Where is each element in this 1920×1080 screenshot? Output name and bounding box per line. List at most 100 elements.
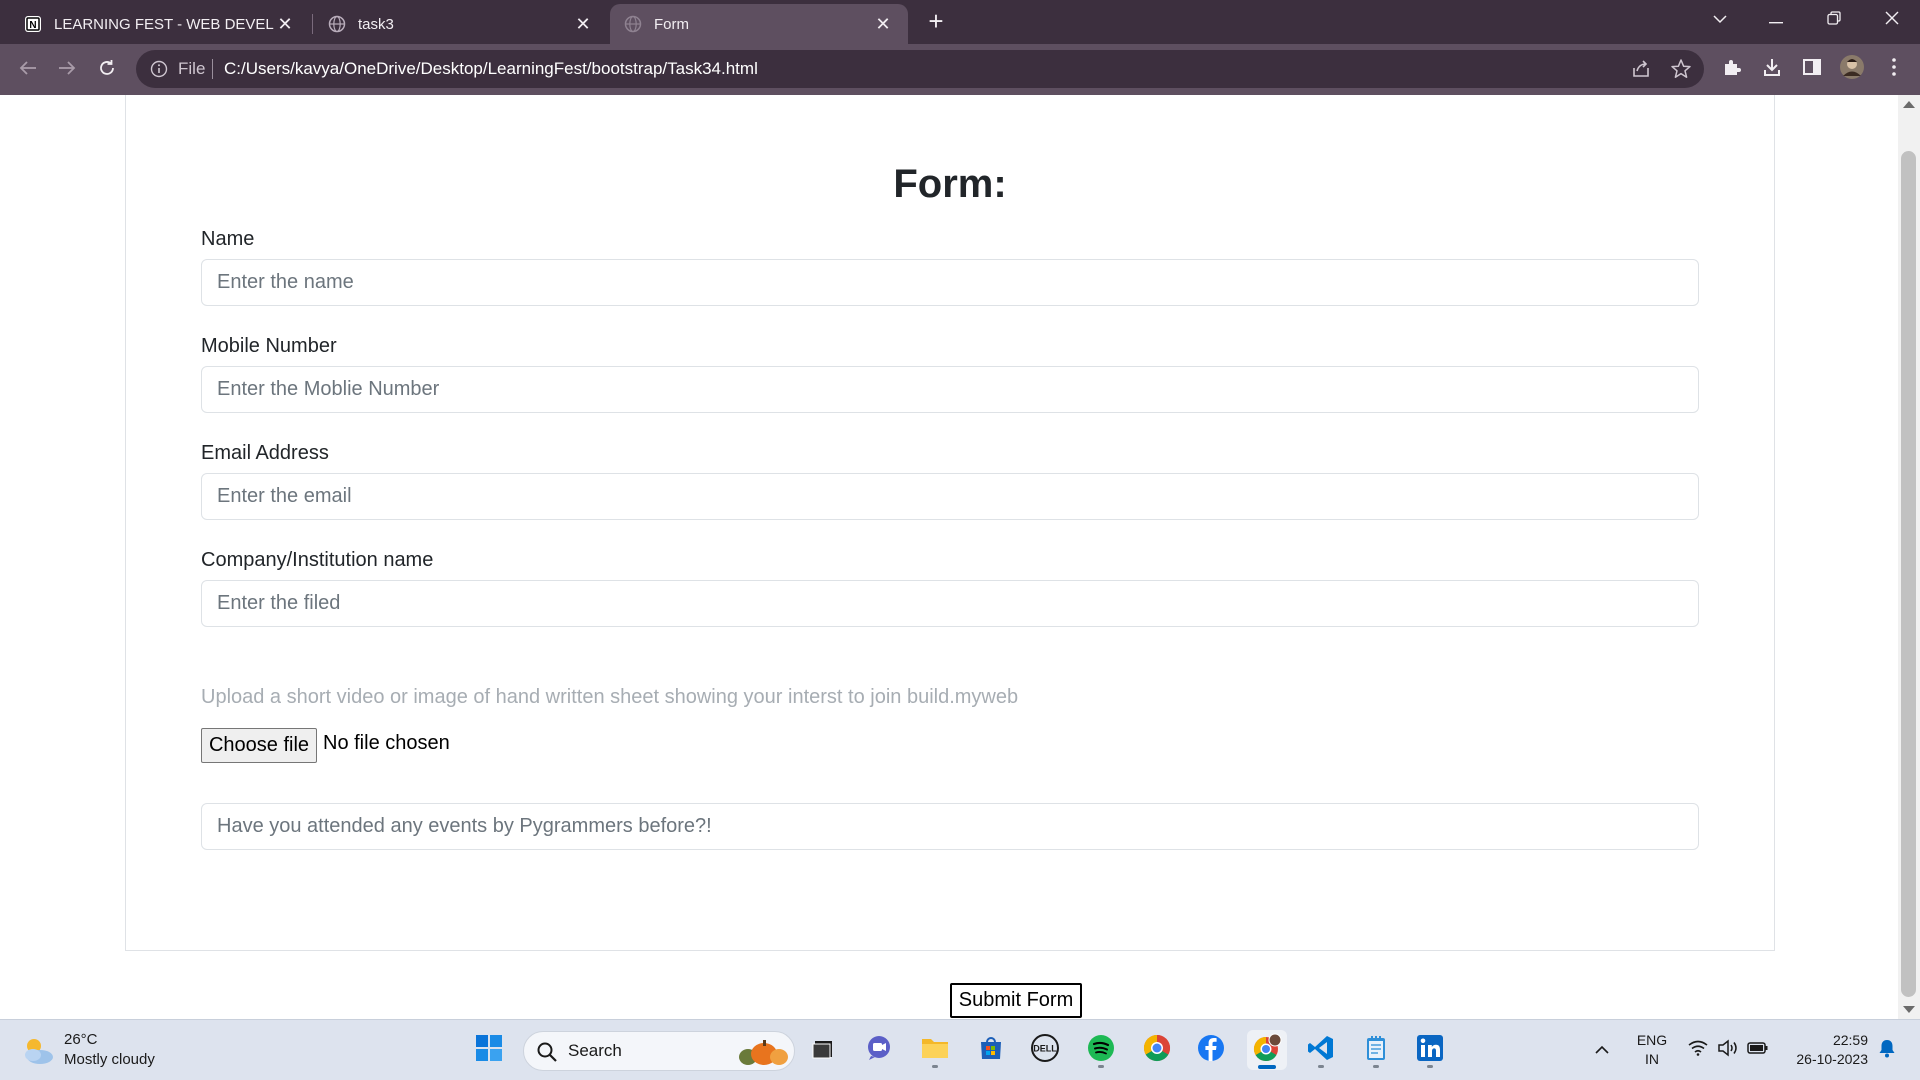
taskbar-app-linkedin[interactable] [1410, 1030, 1450, 1070]
minimize-icon [1769, 11, 1783, 29]
email-input[interactable] [201, 473, 1699, 520]
weather-widget[interactable]: 26°C Mostly cloudy [20, 1029, 200, 1073]
restore-button[interactable] [1806, 0, 1862, 40]
tab-divider [312, 14, 313, 34]
downloads-button[interactable] [1758, 55, 1786, 83]
close-icon[interactable]: ✕ [572, 13, 594, 35]
avatar [1839, 54, 1865, 85]
url-text[interactable]: C:/Users/kavya/OneDrive/Desktop/Learning… [224, 59, 758, 79]
taskbar-app-teams[interactable] [859, 1030, 899, 1070]
taskbar-app-facebook[interactable] [1191, 1030, 1231, 1070]
wifi-status[interactable] [1684, 1020, 1712, 1080]
microsoft-store-icon [977, 1034, 1005, 1067]
close-icon [1885, 11, 1899, 30]
taskbar-app-vscode[interactable] [1301, 1030, 1341, 1070]
choose-file-button[interactable]: Choose file [201, 728, 317, 763]
chrome-profile-icon [1252, 1033, 1282, 1068]
profile-avatar[interactable] [1838, 54, 1866, 85]
globe-icon [624, 15, 642, 33]
start-button[interactable] [469, 1030, 509, 1070]
search-icon [536, 1041, 558, 1063]
tab-title: task3 [358, 15, 394, 33]
extensions-button[interactable] [1718, 55, 1746, 83]
star-icon[interactable] [1670, 58, 1692, 80]
running-indicator [1427, 1065, 1433, 1068]
puzzle-icon [1722, 57, 1742, 82]
scroll-thumb[interactable] [1901, 151, 1916, 997]
running-indicator [1098, 1065, 1104, 1068]
taskbar-app-notepad[interactable] [1356, 1030, 1396, 1070]
close-window-button[interactable] [1864, 0, 1920, 40]
forward-button[interactable] [51, 54, 83, 86]
taskbar-app-explorer[interactable] [803, 1030, 843, 1070]
speaker-icon [1717, 1038, 1739, 1062]
active-indicator [1258, 1065, 1276, 1069]
tab-title: LEARNING FEST - WEB DEVELOP [54, 15, 274, 33]
dell-icon: DELL [1030, 1033, 1060, 1068]
battery-status[interactable] [1744, 1020, 1772, 1080]
tab-search-button[interactable] [1692, 0, 1748, 40]
tab-form[interactable]: Form ✕ [610, 4, 908, 44]
taskbar-app-store[interactable] [971, 1030, 1011, 1070]
company-input[interactable] [201, 580, 1699, 627]
running-indicator [1373, 1065, 1379, 1068]
page-viewport: Form: Name Mobile Number Email Address C… [0, 95, 1898, 1019]
info-icon[interactable] [150, 60, 168, 78]
taskbar-app-spotify[interactable] [1081, 1030, 1121, 1070]
tab-task3[interactable]: task3 ✕ [314, 4, 608, 44]
url-scheme: File [178, 59, 206, 78]
side-panel-icon [1802, 57, 1822, 82]
taskbar-app-chrome-profile[interactable] [1247, 1030, 1287, 1070]
pumpkin-icon [732, 1037, 790, 1067]
chevron-down-icon [1712, 11, 1728, 29]
reload-button[interactable] [91, 54, 123, 86]
notion-icon: N [24, 15, 42, 33]
taskbar-app-dell[interactable]: DELL [1025, 1030, 1065, 1070]
battery-icon [1747, 1041, 1769, 1060]
close-icon[interactable]: ✕ [274, 13, 296, 35]
browser-titlebar: N LEARNING FEST - WEB DEVELOP ✕ task3 ✕ … [0, 0, 1920, 44]
system-clock[interactable]: 22:59 26-10-2023 [1778, 1031, 1868, 1069]
events-input[interactable] [201, 803, 1699, 850]
download-icon [1762, 57, 1782, 82]
side-panel-button[interactable] [1798, 55, 1826, 83]
page-scrollbar[interactable] [1898, 95, 1920, 1019]
name-input[interactable] [201, 259, 1699, 306]
scroll-up-arrow[interactable] [1903, 101, 1915, 108]
reload-icon [98, 59, 116, 82]
close-icon[interactable]: ✕ [872, 13, 894, 35]
taskbar-app-chrome[interactable] [1137, 1030, 1177, 1070]
windows-start-icon [475, 1034, 503, 1067]
language-indicator[interactable]: ENG IN [1632, 1031, 1672, 1069]
volume-status[interactable] [1714, 1020, 1742, 1080]
search-label: Search [568, 1041, 622, 1060]
arrow-left-icon [19, 60, 37, 81]
new-tab-button[interactable]: + [922, 8, 950, 36]
menu-button[interactable] [1880, 55, 1908, 83]
page-title: Form: [893, 162, 1007, 206]
tab-learning-fest[interactable]: N LEARNING FEST - WEB DEVELOP ✕ [10, 4, 310, 44]
address-bar[interactable]: File C:/Users/kavya/OneDrive/Desktop/Lea… [136, 50, 1704, 88]
taskbar-app-folder[interactable] [915, 1030, 955, 1070]
taskbar-search[interactable]: Search [523, 1031, 795, 1071]
notifications-button[interactable] [1872, 1020, 1902, 1080]
submit-button[interactable]: Submit Form [950, 983, 1082, 1018]
region-code: IN [1645, 1051, 1659, 1067]
clock-date: 26-10-2023 [1796, 1051, 1868, 1067]
show-hidden-icons[interactable] [1588, 1020, 1616, 1080]
notepad-icon [1363, 1034, 1389, 1067]
browser-toolbar: File C:/Users/kavya/OneDrive/Desktop/Lea… [0, 44, 1920, 95]
name-label: Name [201, 228, 255, 250]
globe-icon [328, 15, 346, 33]
share-icon[interactable] [1630, 58, 1652, 80]
clock-time: 22:59 [1832, 1032, 1868, 1048]
form-card: Form: Name Mobile Number Email Address C… [125, 95, 1775, 951]
cloudy-sun-icon [20, 1033, 56, 1069]
facebook-icon [1196, 1033, 1226, 1068]
mobile-label: Mobile Number [201, 335, 337, 357]
minimize-button[interactable] [1748, 0, 1804, 40]
back-button[interactable] [12, 54, 44, 86]
teams-chat-icon [865, 1034, 893, 1067]
scroll-down-arrow[interactable] [1903, 1006, 1915, 1013]
mobile-input[interactable] [201, 366, 1699, 413]
